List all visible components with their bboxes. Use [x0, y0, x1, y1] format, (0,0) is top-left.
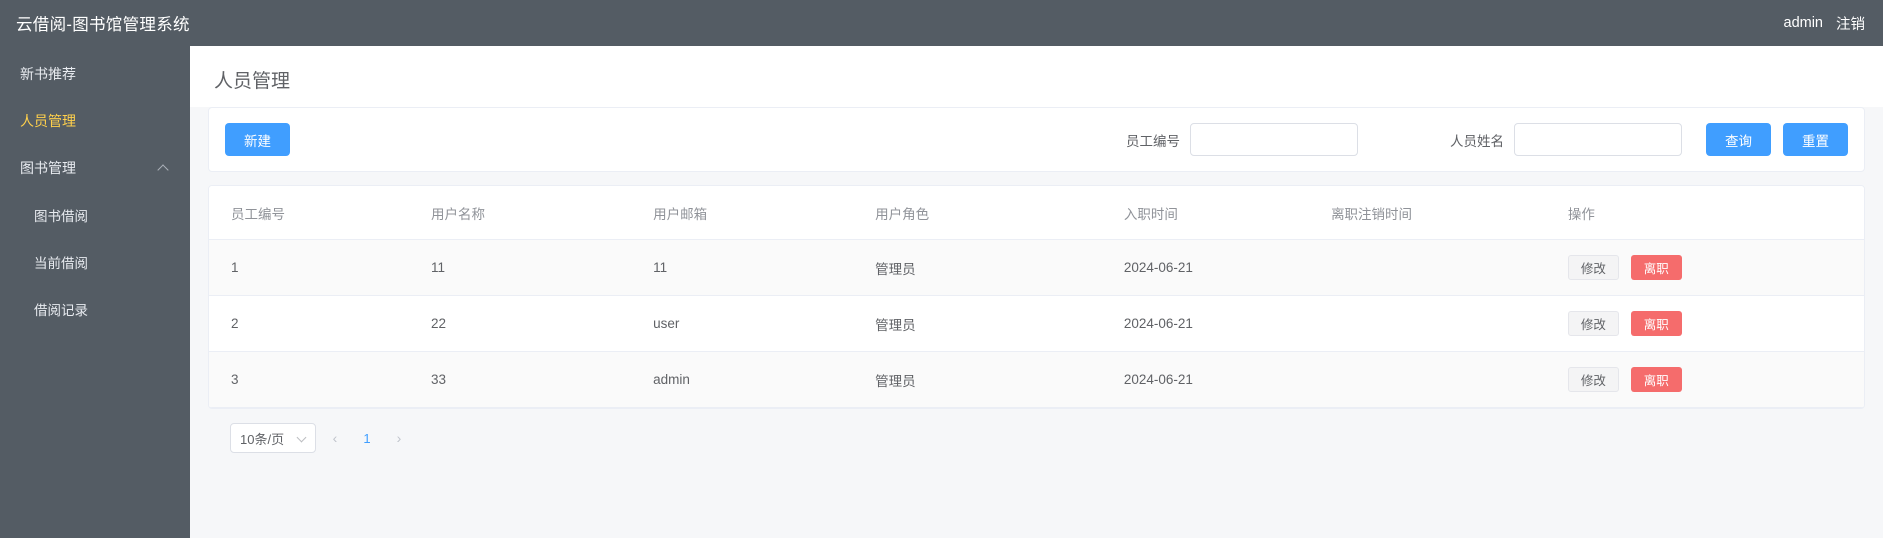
- edit-button[interactable]: 修改: [1567, 311, 1619, 336]
- column-header-leave-date: 离职注销时间: [1331, 186, 1568, 240]
- sidebar-item-book-borrow[interactable]: 图书借阅: [0, 191, 190, 238]
- table-row: 3 33 admin 管理员 2024-06-21 修改 离职: [209, 351, 1864, 408]
- cell-leave-date: [1331, 239, 1568, 296]
- column-header-employee-id: 员工编号: [209, 186, 432, 240]
- next-page-button[interactable]: ›: [386, 424, 412, 452]
- column-header-actions: 操作: [1567, 186, 1864, 240]
- header-right: admin 注销: [1784, 13, 1866, 34]
- cell-leave-date: [1331, 295, 1568, 352]
- cell-employee-id: 1: [209, 239, 432, 296]
- cell-actions: 修改 离职: [1567, 295, 1864, 352]
- pagination: 10条/页 ‹ 1 ›: [208, 409, 1865, 467]
- cell-user-name: 22: [431, 295, 654, 352]
- sidebar-item-current-borrow[interactable]: 当前借阅: [0, 238, 190, 285]
- cell-user-email: user: [653, 295, 876, 352]
- cell-user-email: admin: [653, 351, 876, 408]
- content-area: 新建 员工编号 人员姓名 查询 重置 员工编号 用户名称 用户邮箱 用户角色 入…: [190, 107, 1883, 538]
- filter-staff-name: 人员姓名: [1450, 123, 1682, 156]
- table-header: 员工编号 用户名称 用户邮箱 用户角色 入职时间 离职注销时间 操作: [209, 186, 1864, 240]
- page-title: 人员管理: [214, 71, 291, 92]
- prev-page-button[interactable]: ‹: [322, 424, 348, 452]
- cell-user-name: 11: [431, 239, 654, 296]
- staff-table: 员工编号 用户名称 用户邮箱 用户角色 入职时间 离职注销时间 操作 1 11 …: [209, 186, 1864, 408]
- column-header-user-name: 用户名称: [431, 186, 654, 240]
- staff-table-card: 员工编号 用户名称 用户邮箱 用户角色 入职时间 离职注销时间 操作 1 11 …: [208, 185, 1865, 409]
- edit-button[interactable]: 修改: [1567, 367, 1619, 392]
- page-number-1[interactable]: 1: [354, 424, 380, 452]
- column-header-join-date: 入职时间: [1123, 186, 1332, 240]
- page-size-label: 10条/页: [240, 431, 285, 447]
- filter-staff-name-input[interactable]: [1514, 123, 1682, 156]
- column-header-user-email: 用户邮箱: [653, 186, 876, 240]
- cell-user-role: 管理员: [875, 351, 1124, 408]
- filter-staff-name-label: 人员姓名: [1450, 133, 1504, 149]
- resign-button[interactable]: 离职: [1630, 311, 1682, 336]
- table-row: 2 22 user 管理员 2024-06-21 修改 离职: [209, 295, 1864, 352]
- app-body: 新书推荐 人员管理 图书管理 图书借阅 当前借阅 借阅记录 人员管理 新建 员工…: [0, 46, 1883, 538]
- sidebar-item-borrow-records[interactable]: 借阅记录: [0, 285, 190, 332]
- sidebar-item-new-books[interactable]: 新书推荐: [0, 50, 190, 97]
- filter-group: 员工编号 人员姓名 查询 重置: [1126, 123, 1848, 156]
- cell-actions: 修改 离职: [1567, 351, 1864, 408]
- cell-join-date: 2024-06-21: [1123, 351, 1332, 408]
- sidebar-item-label: 当前借阅: [34, 255, 88, 271]
- cell-user-role: 管理员: [875, 295, 1124, 352]
- chevron-down-icon: [298, 434, 306, 442]
- cell-leave-date: [1331, 351, 1568, 408]
- main-content: 人员管理 新建 员工编号 人员姓名 查询 重置 员工编号 用户名称 用户邮箱 用…: [190, 46, 1883, 538]
- app-title: 云借阅-图书馆管理系统: [16, 16, 190, 34]
- toolbar: 新建 员工编号 人员姓名 查询 重置: [208, 107, 1865, 172]
- cell-join-date: 2024-06-21: [1123, 295, 1332, 352]
- logout-link[interactable]: 注销: [1836, 13, 1865, 34]
- cell-user-email: 11: [653, 239, 876, 296]
- sidebar-item-book-management[interactable]: 图书管理: [0, 144, 190, 191]
- sidebar-item-staff-management[interactable]: 人员管理: [0, 97, 190, 144]
- page-title-bar: 人员管理: [190, 46, 1883, 107]
- cell-join-date: 2024-06-21: [1123, 239, 1332, 296]
- edit-button[interactable]: 修改: [1567, 255, 1619, 280]
- create-button[interactable]: 新建: [225, 123, 290, 156]
- cell-employee-id: 2: [209, 295, 432, 352]
- cell-actions: 修改 离职: [1567, 239, 1864, 296]
- sidebar-item-label: 借阅记录: [34, 302, 88, 318]
- chevron-up-icon: [158, 162, 170, 174]
- cell-user-role: 管理员: [875, 239, 1124, 296]
- resign-button[interactable]: 离职: [1630, 367, 1682, 392]
- sidebar-item-label: 图书借阅: [34, 208, 88, 224]
- cell-user-name: 33: [431, 351, 654, 408]
- page-size-select[interactable]: 10条/页: [230, 423, 316, 453]
- filter-employee-id-label: 员工编号: [1126, 133, 1180, 149]
- search-button[interactable]: 查询: [1706, 123, 1771, 156]
- column-header-user-role: 用户角色: [875, 186, 1124, 240]
- table-header-row: 员工编号 用户名称 用户邮箱 用户角色 入职时间 离职注销时间 操作: [209, 186, 1864, 240]
- sidebar-item-label: 新书推荐: [20, 65, 76, 82]
- cell-employee-id: 3: [209, 351, 432, 408]
- current-user-label: admin: [1783, 15, 1824, 31]
- resign-button[interactable]: 离职: [1630, 255, 1682, 280]
- table-body: 1 11 11 管理员 2024-06-21 修改 离职 2 22 user 管…: [209, 239, 1864, 408]
- filter-employee-id: 员工编号: [1126, 123, 1358, 156]
- app-root: 云借阅-图书馆管理系统 admin 注销 新书推荐 人员管理 图书管理 图书借阅…: [0, 0, 1883, 538]
- reset-button[interactable]: 重置: [1783, 123, 1848, 156]
- sidebar-item-label: 人员管理: [20, 112, 76, 129]
- table-row: 1 11 11 管理员 2024-06-21 修改 离职: [209, 239, 1864, 296]
- app-header: 云借阅-图书馆管理系统 admin 注销: [0, 0, 1883, 46]
- sidebar-item-label: 图书管理: [20, 159, 76, 176]
- sidebar: 新书推荐 人员管理 图书管理 图书借阅 当前借阅 借阅记录: [0, 46, 190, 538]
- filter-employee-id-input[interactable]: [1190, 123, 1358, 156]
